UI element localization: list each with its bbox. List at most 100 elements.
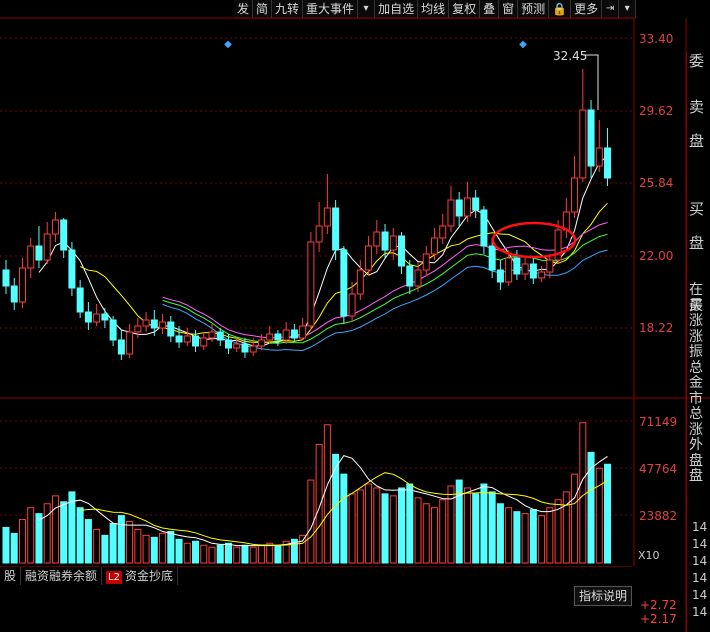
ma5-line	[38, 155, 608, 347]
side-label: 卖	[689, 98, 705, 116]
volume-bar	[208, 546, 216, 564]
volume-bar	[200, 544, 208, 564]
candle-body	[439, 225, 447, 239]
volume-bar	[224, 542, 232, 564]
volume-bar	[373, 487, 381, 564]
candle-body	[274, 333, 282, 341]
candle-body	[480, 209, 488, 247]
volume-bar	[488, 491, 496, 564]
candle-body	[233, 343, 241, 349]
volume-bar	[587, 451, 595, 564]
price-tick-label: 25.84	[639, 176, 674, 190]
side-row: 盘	[689, 452, 703, 469]
volume-bar	[439, 499, 447, 564]
volume-bar	[159, 532, 167, 564]
pct-value: +2.17	[640, 612, 677, 626]
volume-bar	[175, 538, 183, 564]
volume-bar	[109, 523, 117, 564]
candle-body	[315, 225, 323, 243]
time-label: 14	[692, 605, 708, 619]
highlight-ellipse	[491, 221, 577, 259]
volume-bar	[315, 444, 323, 564]
candle-body	[282, 329, 290, 341]
volume-bar	[84, 519, 92, 564]
candle-body	[340, 249, 348, 317]
candle-body	[587, 109, 595, 167]
time-label: 14	[692, 571, 708, 585]
volume-bar	[381, 493, 389, 564]
candle-body	[10, 285, 18, 303]
candle-body	[595, 147, 603, 167]
side-label: 买	[689, 200, 705, 218]
volume-bar	[134, 528, 142, 564]
volume-bar	[472, 493, 480, 564]
candle-body	[84, 311, 92, 323]
candle-body	[142, 319, 150, 327]
volume-bar	[257, 544, 265, 564]
candle-body	[455, 199, 463, 217]
candle-body	[241, 343, 249, 353]
kline-chart[interactable]: ◆ ◆	[0, 0, 710, 632]
candle-body	[488, 245, 496, 271]
volume-bar	[101, 534, 109, 564]
side-row: 涨	[689, 328, 703, 345]
time-label: 14	[692, 520, 708, 534]
volume-bar	[538, 515, 546, 564]
candle-body	[323, 207, 331, 227]
side-row: 振	[689, 344, 703, 360]
candle-body	[414, 269, 422, 287]
volume-bar	[595, 467, 603, 564]
candle-body	[496, 269, 504, 283]
price-tick-label: 18.22	[639, 321, 674, 335]
side-row: 总	[689, 406, 703, 422]
candle-body	[406, 265, 414, 287]
l2-badge: L2	[106, 571, 122, 584]
candle-body	[43, 233, 51, 261]
candle-body	[27, 245, 35, 269]
candle-body	[76, 287, 84, 313]
event-marker-0: ◆	[224, 39, 232, 50]
candle-body	[299, 325, 307, 339]
side-row: 总	[689, 359, 703, 376]
candle-body	[18, 267, 26, 303]
volume-bar	[579, 422, 587, 564]
volume-bar	[2, 526, 10, 564]
candle-body	[257, 339, 265, 347]
candle-body	[447, 199, 455, 227]
indicator-tab-3[interactable]: L2 资金抄底	[102, 567, 178, 585]
volume-bar	[266, 542, 274, 564]
indicator-description-button[interactable]: 指标说明	[574, 586, 632, 606]
side-row: 外	[689, 437, 703, 453]
volume-bar	[142, 534, 150, 564]
volume-bar	[117, 515, 125, 564]
tab-label: 股	[4, 569, 17, 583]
ma60-line	[162, 249, 608, 352]
volume-bar	[233, 546, 241, 564]
tab-label: 资金抄底	[124, 569, 173, 583]
volume-bar	[389, 495, 397, 564]
candle-body	[529, 263, 537, 279]
volume-bar	[150, 536, 158, 564]
candle-body	[134, 325, 142, 333]
candle-body	[200, 337, 208, 347]
candle-body	[430, 237, 438, 255]
indicator-tab-1[interactable]: 融资融券余额	[21, 567, 103, 585]
price-tick-label: 33.40	[639, 32, 674, 46]
candle-body	[216, 331, 224, 341]
indicator-tab-0[interactable]: 股	[0, 567, 22, 585]
candle-body	[348, 293, 356, 317]
volume-bar	[340, 473, 348, 564]
candles	[2, 69, 612, 360]
candle-body	[117, 339, 125, 355]
max-price-label: 32.45	[553, 49, 588, 63]
side-label: 盘	[689, 132, 705, 150]
candle-body	[93, 313, 101, 323]
side-row: 金	[689, 375, 703, 391]
volume-bar	[299, 534, 307, 564]
volume-bar	[307, 479, 315, 564]
tab-label: 融资融券余额	[25, 569, 98, 583]
side-row: 最	[689, 297, 703, 314]
volume-bar	[455, 479, 463, 564]
indicator-tabs: 股融资融券余额 L2 资金抄底	[0, 566, 632, 585]
volume-bar	[529, 509, 537, 564]
